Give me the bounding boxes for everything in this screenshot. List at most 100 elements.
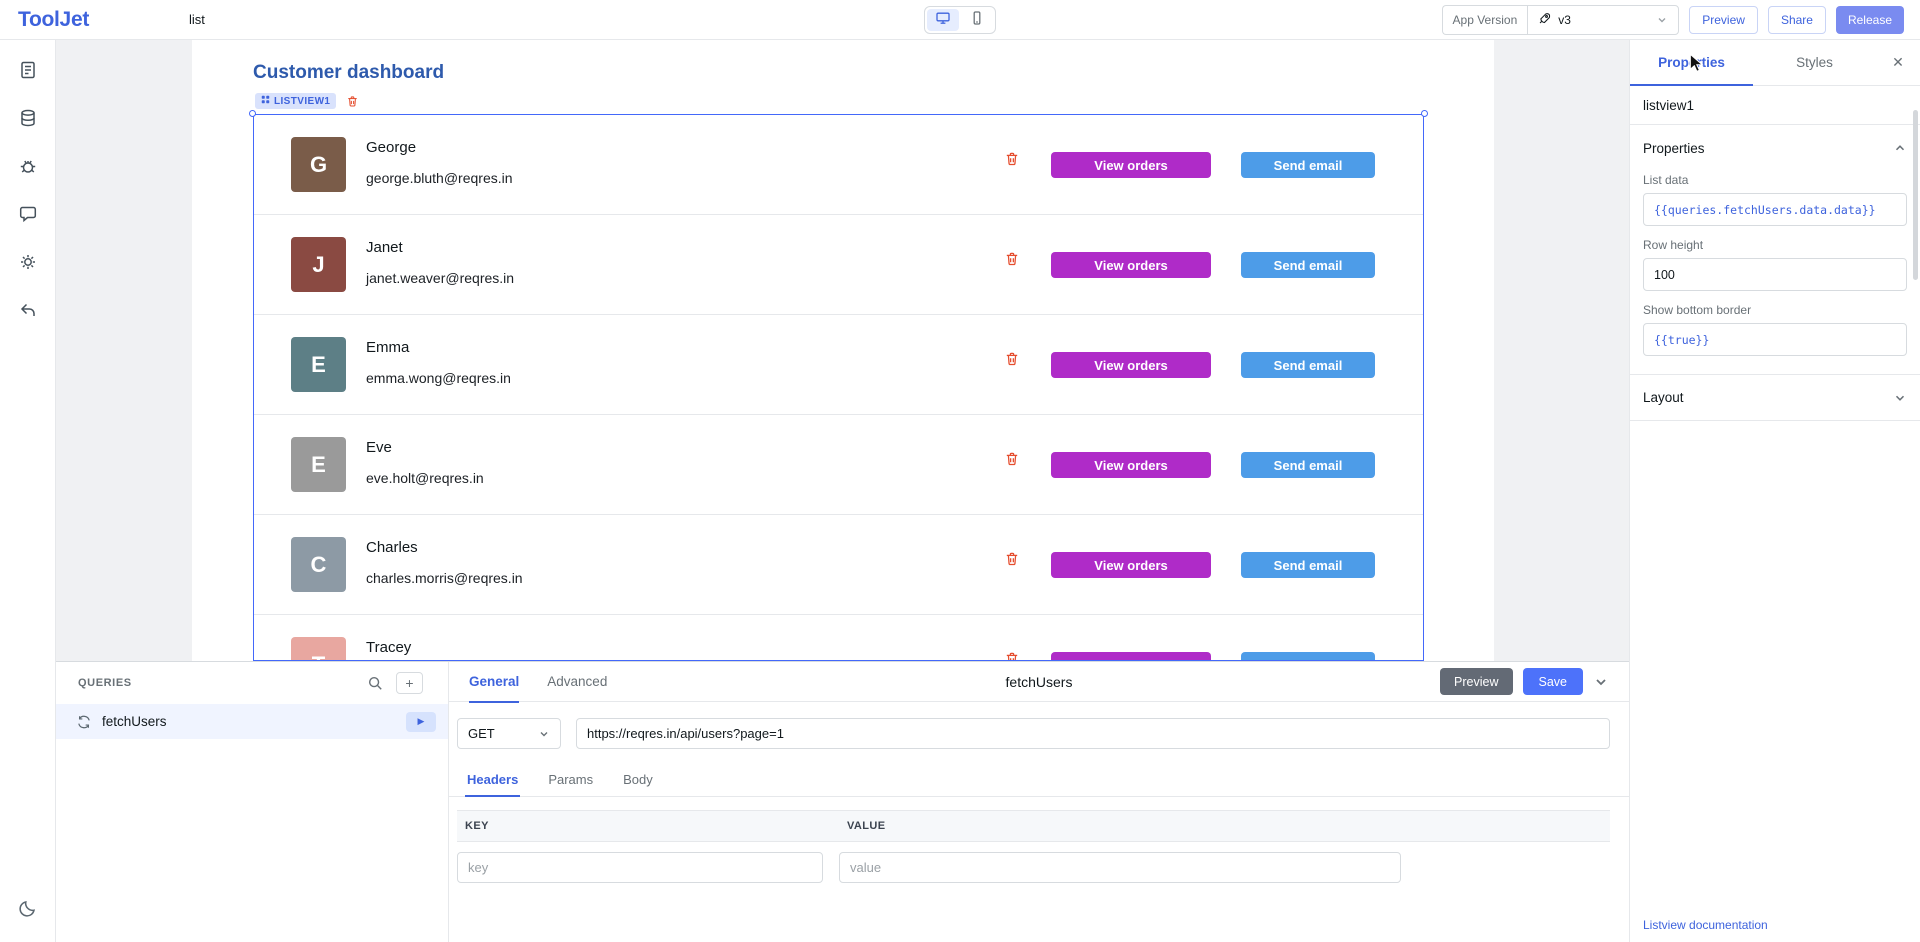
delete-row-icon[interactable]: [1004, 251, 1020, 267]
properties-section-header[interactable]: Properties: [1630, 125, 1920, 171]
list-data-input[interactable]: [1643, 193, 1907, 226]
device-toggle: [924, 6, 996, 34]
share-button[interactable]: Share: [1768, 6, 1826, 34]
view-orders-button[interactable]: View orders: [1051, 152, 1211, 178]
monitor-icon: [935, 10, 951, 29]
delete-widget-icon[interactable]: [346, 95, 359, 108]
version-dropdown[interactable]: v3: [1527, 5, 1679, 35]
list-item[interactable]: T Tracey View orders Send email: [254, 615, 1423, 661]
page-title-widget[interactable]: Customer dashboard: [253, 62, 444, 84]
widget-name-badge[interactable]: LISTVIEW1: [255, 93, 336, 109]
debugger-icon[interactable]: [8, 146, 48, 186]
send-email-button[interactable]: Send email: [1241, 652, 1375, 661]
view-orders-button[interactable]: View orders: [1051, 352, 1211, 378]
search-query-icon[interactable]: [367, 675, 383, 691]
app-name[interactable]: list: [189, 12, 205, 27]
avatar: J: [291, 237, 346, 292]
properties-section-label: Properties: [1643, 141, 1705, 156]
resize-handle-top-right[interactable]: [1421, 110, 1428, 117]
settings-icon[interactable]: [8, 242, 48, 282]
app-canvas[interactable]: Customer dashboard LISTVIEW1 G George ge…: [192, 40, 1494, 661]
row-height-input[interactable]: [1643, 258, 1907, 291]
query-list-item[interactable]: fetchUsers ▶: [56, 704, 448, 739]
properties-panel-tabs: Properties Styles ✕: [1630, 40, 1920, 86]
view-orders-button[interactable]: View orders: [1051, 452, 1211, 478]
avatar: T: [291, 637, 346, 661]
customer-email: eve.holt@reqres.in: [366, 470, 484, 486]
send-email-button[interactable]: Send email: [1241, 152, 1375, 178]
customer-name: George: [366, 139, 416, 156]
release-button[interactable]: Release: [1836, 6, 1904, 34]
tab-styles[interactable]: Styles: [1753, 40, 1876, 85]
request-tabs: Headers Params Body: [449, 763, 1629, 797]
chevron-down-icon: [1893, 391, 1907, 405]
run-query-button[interactable]: ▶: [406, 712, 436, 732]
query-title[interactable]: fetchUsers: [1006, 674, 1073, 690]
method-select[interactable]: GET: [457, 718, 561, 749]
view-orders-button[interactable]: View orders: [1051, 652, 1211, 661]
value-input[interactable]: [839, 852, 1401, 883]
rest-api-icon: [76, 714, 92, 730]
list-item[interactable]: E Emma emma.wong@reqres.in View orders S…: [254, 315, 1423, 415]
request-row: GET: [457, 718, 1610, 749]
mobile-layout-button[interactable]: [961, 9, 993, 31]
chevron-up-icon: [1893, 141, 1907, 155]
desktop-layout-button[interactable]: [927, 9, 959, 31]
query-editor: General Advanced fetchUsers Preview Save…: [449, 662, 1629, 942]
tooljet-logo[interactable]: ToolJet: [18, 8, 89, 32]
undo-icon[interactable]: [8, 290, 48, 330]
properties-fields: List data Row height Show bottom border: [1630, 173, 1920, 375]
app-version-group: App Version v3: [1442, 5, 1680, 35]
list-item[interactable]: G George george.bluth@reqres.in View ord…: [254, 115, 1423, 215]
tab-params[interactable]: Params: [546, 763, 595, 796]
list-item[interactable]: E Eve eve.holt@reqres.in View orders Sen…: [254, 415, 1423, 515]
datasources-icon[interactable]: [8, 98, 48, 138]
list-item[interactable]: J Janet janet.weaver@reqres.in View orde…: [254, 215, 1423, 315]
close-icon[interactable]: ✕: [1876, 40, 1920, 85]
query-save-button[interactable]: Save: [1523, 668, 1584, 695]
query-preview-button[interactable]: Preview: [1440, 668, 1512, 695]
delete-row-icon[interactable]: [1004, 151, 1020, 167]
delete-row-icon[interactable]: [1004, 651, 1020, 661]
view-orders-button[interactable]: View orders: [1051, 252, 1211, 278]
listview-documentation-link[interactable]: Listview documentation: [1643, 918, 1768, 932]
preview-button[interactable]: Preview: [1689, 6, 1758, 34]
resize-handle-top-left[interactable]: [249, 110, 256, 117]
listview-widget[interactable]: G George george.bluth@reqres.in View ord…: [253, 114, 1424, 661]
scrollbar-thumb[interactable]: [1913, 110, 1918, 280]
send-email-button[interactable]: Send email: [1241, 552, 1375, 578]
properties-panel: Properties Styles ✕ listview1 Properties…: [1629, 40, 1920, 942]
view-orders-button[interactable]: View orders: [1051, 552, 1211, 578]
layout-section-header[interactable]: Layout: [1630, 375, 1920, 421]
list-item[interactable]: C Charles charles.morris@reqres.in View …: [254, 515, 1423, 615]
widget-config-handle: LISTVIEW1: [255, 93, 359, 109]
editor-area: Customer dashboard LISTVIEW1 G George ge…: [56, 40, 1629, 661]
delete-row-icon[interactable]: [1004, 351, 1020, 367]
delete-row-icon[interactable]: [1004, 451, 1020, 467]
send-email-button[interactable]: Send email: [1241, 452, 1375, 478]
comments-icon[interactable]: [8, 194, 48, 234]
row-height-label: Row height: [1643, 238, 1907, 252]
dark-mode-icon[interactable]: [8, 888, 48, 928]
left-sidebar: [0, 40, 56, 942]
avatar: E: [291, 337, 346, 392]
grid-icon: [261, 95, 270, 107]
url-input[interactable]: [576, 718, 1610, 749]
tab-body[interactable]: Body: [621, 763, 655, 796]
tab-advanced[interactable]: Advanced: [547, 662, 607, 702]
value-column-header: VALUE: [847, 820, 885, 832]
customer-name: Janet: [366, 239, 403, 256]
add-query-button[interactable]: +: [396, 672, 423, 694]
kv-table-header: KEY VALUE: [457, 810, 1610, 842]
collapse-panel-icon[interactable]: [1593, 674, 1609, 690]
tab-headers[interactable]: Headers: [465, 763, 520, 796]
send-email-button[interactable]: Send email: [1241, 352, 1375, 378]
tab-properties[interactable]: Properties: [1630, 40, 1753, 85]
pages-icon[interactable]: [8, 50, 48, 90]
show-bottom-border-input[interactable]: [1643, 323, 1907, 356]
delete-row-icon[interactable]: [1004, 551, 1020, 567]
send-email-button[interactable]: Send email: [1241, 252, 1375, 278]
key-input[interactable]: [457, 852, 823, 883]
tab-general[interactable]: General: [469, 662, 519, 702]
chevron-down-icon: [1656, 14, 1668, 26]
